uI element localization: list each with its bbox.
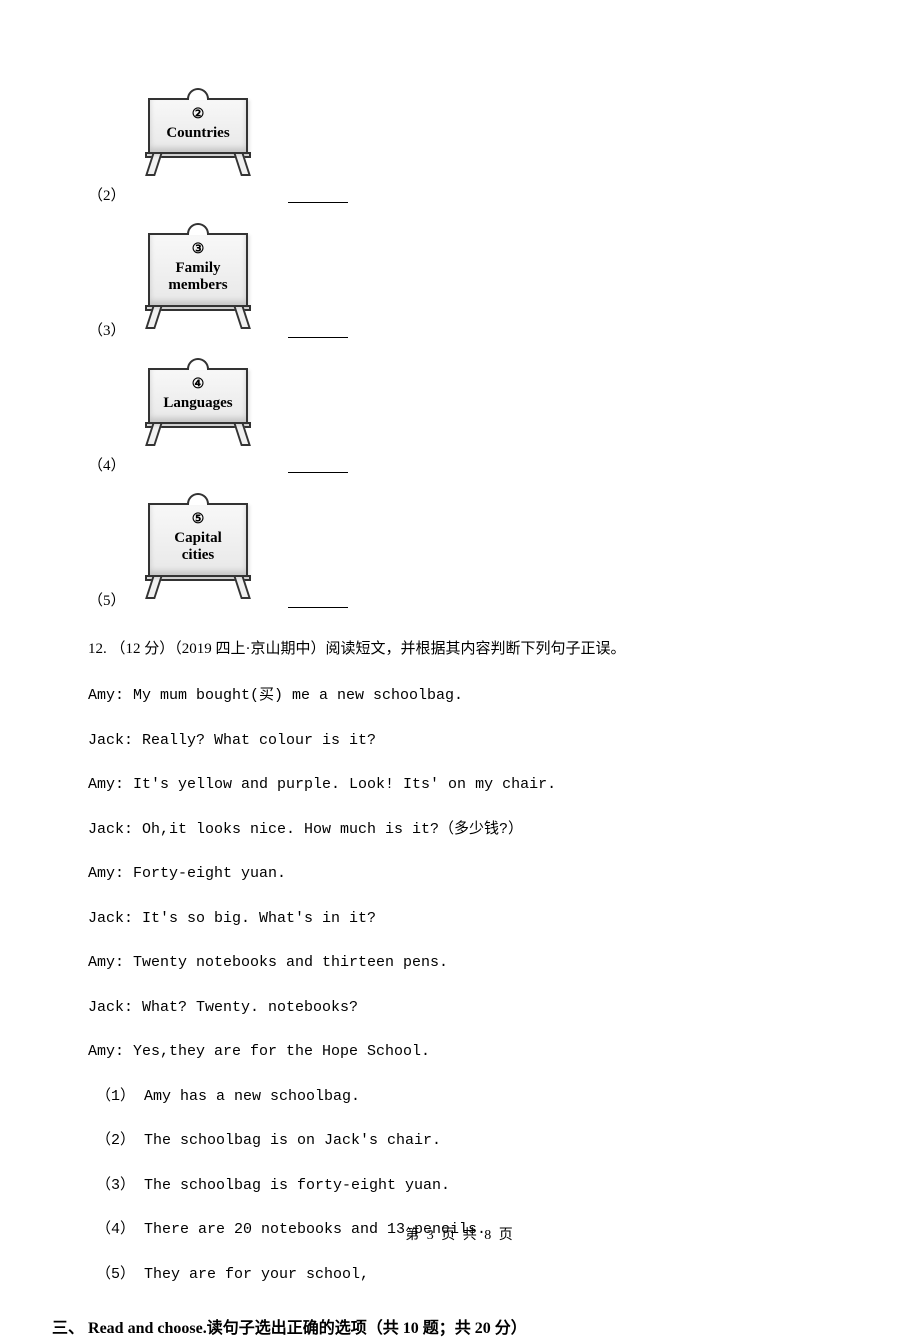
- dialogue-line: Jack: Really? What colour is it?: [88, 730, 830, 753]
- sub-question: （1） Amy has a new schoolbag.: [96, 1086, 830, 1109]
- easel-graphic: ③ Family members: [138, 223, 258, 348]
- dialogue-line: Amy: It's yellow and purple. Look! Its' …: [88, 774, 830, 797]
- item-number: （4）: [88, 454, 138, 483]
- easel-hinge-icon: [187, 223, 209, 235]
- dialogue-line: Jack: Oh,it looks nice. How much is it?（…: [88, 819, 830, 842]
- easel-circled-number: ④: [154, 376, 242, 393]
- easel-label: Family members: [154, 260, 242, 295]
- sub-question: （3） The schoolbag is forty-eight yuan.: [96, 1175, 830, 1198]
- easel-legs-icon: [143, 307, 253, 329]
- easel-graphic: ⑤ Capital cities: [138, 493, 258, 618]
- dialogue-line: Jack: It's so big. What's in it?: [88, 908, 830, 931]
- easel-board: ⑤ Capital cities: [148, 503, 248, 577]
- item-number: （5）: [88, 589, 138, 618]
- easel-item: （5） ⑤ Capital cities: [88, 493, 830, 618]
- sub-question: （2） The schoolbag is on Jack's chair.: [96, 1130, 830, 1153]
- easel-circled-number: ②: [154, 106, 242, 123]
- section-number: 三、: [52, 1320, 84, 1337]
- easel-label: Languages: [154, 395, 242, 412]
- section-3-header: 三、 Read and choose.读句子选出正确的选项（共 10 题；共 2…: [52, 1314, 920, 1338]
- easel-label: Countries: [154, 125, 242, 142]
- answer-blank[interactable]: [288, 202, 348, 203]
- easel-board: ② Countries: [148, 98, 248, 154]
- easel-label: Capital cities: [154, 530, 242, 565]
- easel-board: ③ Family members: [148, 233, 248, 307]
- sub-question: （5） They are for your school,: [96, 1264, 830, 1287]
- question-12-header: 12. （12 分）（2019 四上·京山期中）阅读短文，并根据其内容判断下列句…: [88, 636, 830, 663]
- easel-legs-icon: [143, 154, 253, 176]
- page-content: （2） ② Countries （3） ③ Family members: [88, 88, 830, 1286]
- answer-blank[interactable]: [288, 607, 348, 608]
- easel-hinge-icon: [187, 493, 209, 505]
- dialogue-line: Amy: Twenty notebooks and thirteen pens.: [88, 952, 830, 975]
- dialogue-line: Jack: What? Twenty. notebooks?: [88, 997, 830, 1020]
- page-footer: 第 3 页 共 8 页: [0, 1224, 920, 1244]
- dialogue-line: Amy: My mum bought(买) me a new schoolbag…: [88, 685, 830, 708]
- item-number: （2）: [88, 184, 138, 213]
- easel-hinge-icon: [187, 88, 209, 100]
- answer-blank[interactable]: [288, 472, 348, 473]
- dialogue-line: Amy: Forty-eight yuan.: [88, 863, 830, 886]
- easel-graphic: ④ Languages: [138, 358, 258, 483]
- answer-blank[interactable]: [288, 337, 348, 338]
- section-title: Read and choose.读句子选出正确的选项（共 10 题；共 20 分…: [84, 1320, 527, 1337]
- easel-item: （3） ③ Family members: [88, 223, 830, 348]
- easel-item: （2） ② Countries: [88, 88, 830, 213]
- easel-hinge-icon: [187, 358, 209, 370]
- easel-board: ④ Languages: [148, 368, 248, 424]
- easel-legs-icon: [143, 424, 253, 446]
- easel-graphic: ② Countries: [138, 88, 258, 213]
- easel-list: （2） ② Countries （3） ③ Family members: [88, 88, 830, 618]
- item-number: （3）: [88, 319, 138, 348]
- easel-circled-number: ③: [154, 241, 242, 258]
- easel-circled-number: ⑤: [154, 511, 242, 528]
- easel-legs-icon: [143, 577, 253, 599]
- easel-item: （4） ④ Languages: [88, 358, 830, 483]
- dialogue-line: Amy: Yes,they are for the Hope School.: [88, 1041, 830, 1064]
